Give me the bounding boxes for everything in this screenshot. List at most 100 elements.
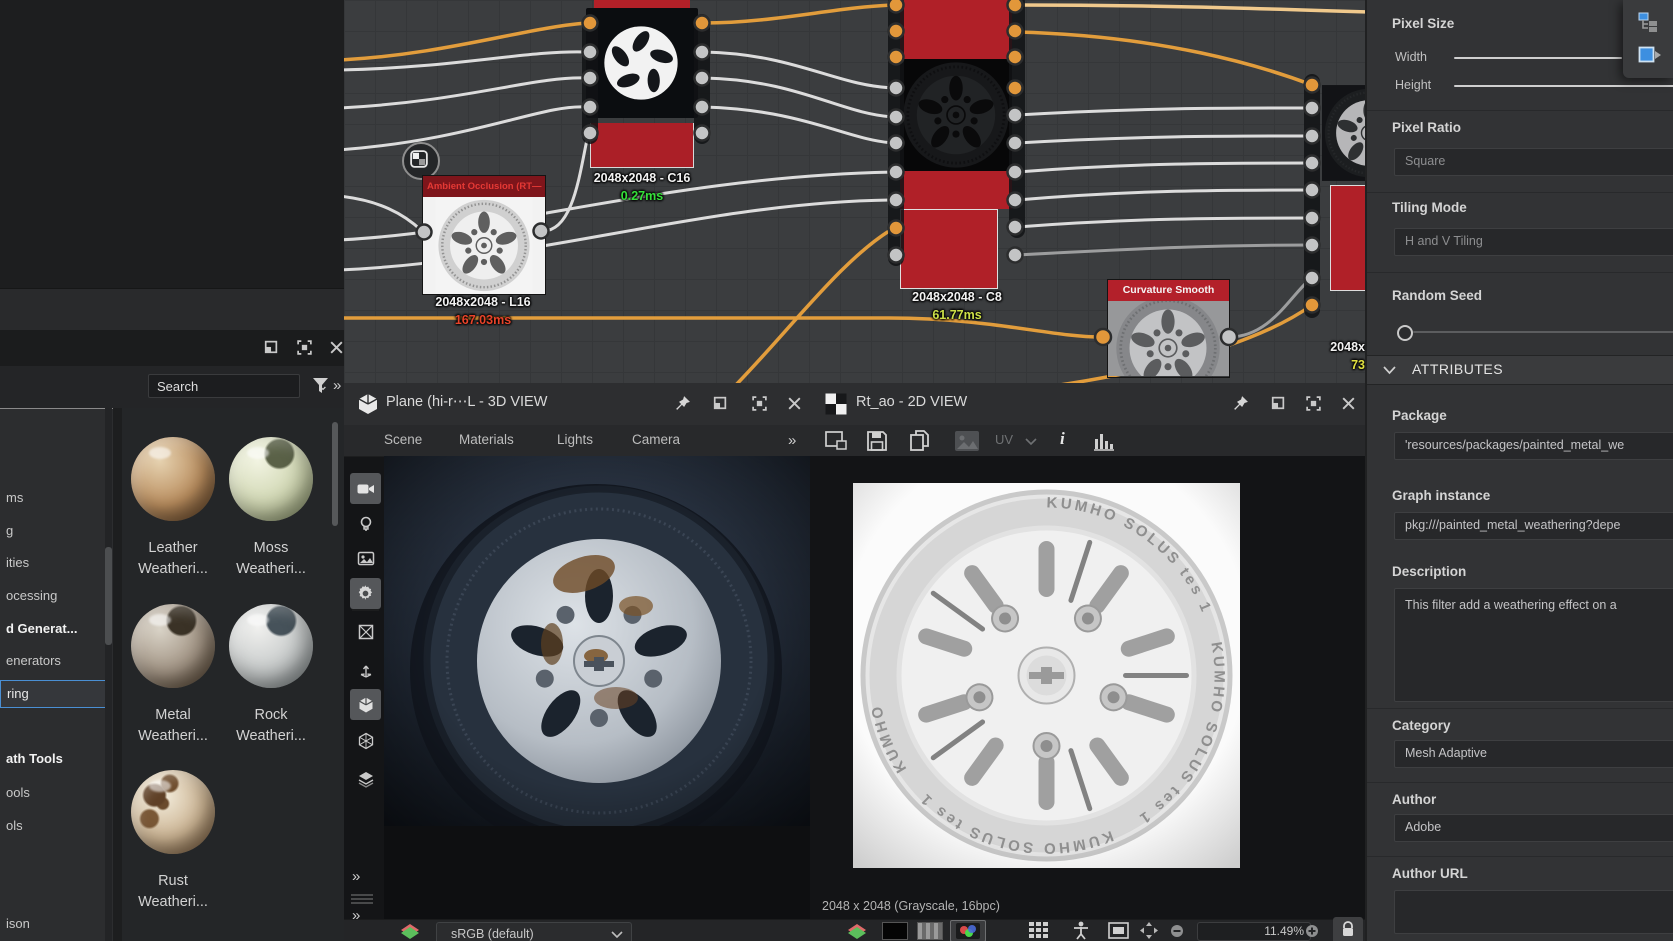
fit-view-icon[interactable]: [1108, 922, 1129, 939]
render-settings-button[interactable]: [350, 578, 381, 609]
channels-select[interactable]: [950, 920, 986, 941]
view-2d-header[interactable]: Rt_ao - 2D VIEW: [810, 383, 1365, 426]
pixel-ratio-icon[interactable]: [1139, 921, 1159, 940]
menu-scene[interactable]: Scene: [384, 432, 422, 447]
category-item[interactable]: ocessing: [0, 583, 110, 609]
category-item[interactable]: ms: [0, 485, 110, 511]
node-shape-top[interactable]: [594, 0, 690, 8]
material-thumb-rust[interactable]: [131, 770, 215, 854]
node-shape[interactable]: [586, 8, 698, 118]
hierarchy-link-icon[interactable]: [1638, 12, 1660, 32]
width-slider[interactable]: [1454, 57, 1622, 59]
category-item[interactable]: ools: [0, 780, 110, 806]
height-slider[interactable]: [1454, 85, 1673, 87]
wireframe-view-button[interactable]: [350, 725, 381, 756]
maximize-icon[interactable]: [296, 339, 313, 356]
viewport-3d[interactable]: [384, 456, 810, 941]
node-blend-thumbnail[interactable]: [900, 59, 1012, 171]
transform-gizmo-button[interactable]: [350, 655, 381, 686]
material-thumb-moss[interactable]: [229, 437, 313, 521]
menu-camera[interactable]: Camera: [632, 432, 680, 447]
author-url-field[interactable]: [1394, 890, 1673, 934]
colorspace-icon[interactable]: [844, 923, 870, 939]
background-gradient-swatch[interactable]: [917, 922, 943, 940]
close-icon[interactable]: [328, 339, 345, 356]
panel-splitter[interactable]: [113, 408, 122, 941]
zoom-out-icon[interactable]: [1170, 924, 1184, 938]
histogram-icon[interactable]: [1093, 431, 1115, 451]
link-output-icon[interactable]: [1638, 46, 1662, 64]
node-ambient-occlusion[interactable]: Ambient Occlusion (RT—: [422, 175, 546, 295]
search-input[interactable]: [148, 374, 300, 398]
close-icon[interactable]: [1340, 395, 1357, 412]
node-graph-view[interactable]: 2048x2048 - C16 0.27ms Ambient Occlusion…: [344, 0, 1365, 383]
node-blend-top[interactable]: [900, 0, 1012, 59]
menu-lights[interactable]: Lights: [557, 432, 593, 447]
node-blend-mid[interactable]: [900, 171, 1012, 209]
category-item[interactable]: ison: [0, 911, 110, 937]
description-field[interactable]: This filter add a weathering effect on a: [1394, 588, 1673, 702]
drag-handle-icon[interactable]: [350, 893, 374, 905]
background-black-swatch[interactable]: [882, 922, 908, 940]
library-more-icon[interactable]: »: [333, 377, 339, 394]
zoom-lock-button[interactable]: [1333, 917, 1363, 941]
save-icon[interactable]: [865, 429, 889, 453]
chevron-down-icon[interactable]: [1025, 438, 1037, 446]
environment-image-button[interactable]: [350, 543, 381, 574]
uv-display-button[interactable]: [350, 616, 381, 647]
node-shape-output[interactable]: [590, 123, 694, 168]
node-edge-output[interactable]: [1330, 185, 1365, 291]
random-seed-knob[interactable]: [1397, 325, 1413, 341]
new-view-icon[interactable]: [824, 430, 849, 452]
colorspace-select[interactable]: sRGB (default): [436, 922, 632, 941]
zoom-in-icon[interactable]: [1305, 924, 1319, 938]
pin-icon[interactable]: [674, 395, 691, 412]
mannequin-icon[interactable]: [1072, 921, 1090, 940]
layers-button[interactable]: [350, 763, 381, 794]
filter-icon[interactable]: [310, 374, 334, 398]
close-icon[interactable]: [786, 395, 803, 412]
materials-scrollbar-thumb[interactable]: [332, 422, 338, 526]
background-image-icon[interactable]: [954, 430, 980, 452]
canvas-2d[interactable]: KUMHO SOLUS tes 1 KUMHO SOLUS tes 1 KUMH…: [810, 456, 1365, 920]
float-window-icon[interactable]: [1269, 395, 1286, 412]
attributes-section-header[interactable]: ATTRIBUTES: [1367, 355, 1673, 385]
material-thumb-rock[interactable]: [229, 604, 313, 688]
category-item[interactable]: enerators: [0, 648, 110, 674]
node-blend-output[interactable]: [900, 209, 998, 289]
solid-view-button[interactable]: [350, 689, 381, 720]
category-item[interactable]: g: [0, 518, 110, 544]
pixel-ratio-select[interactable]: Square: [1394, 148, 1673, 176]
camera-display-button[interactable]: [350, 473, 381, 504]
menu-more-icon[interactable]: »: [788, 432, 794, 449]
menu-materials[interactable]: Materials: [459, 432, 514, 447]
category-scrollbar[interactable]: [105, 408, 112, 941]
material-thumb-leather[interactable]: [131, 437, 215, 521]
info-icon[interactable]: i: [1060, 429, 1065, 449]
pin-icon[interactable]: [1232, 395, 1249, 412]
toolbar-overflow-icon[interactable]: »: [352, 868, 358, 885]
category-item[interactable]: ols: [0, 813, 110, 839]
category-item[interactable]: ath Tools: [0, 746, 110, 772]
float-window-icon[interactable]: [711, 395, 728, 412]
graph-instance-field[interactable]: pkg:///painted_metal_weathering?depe: [1394, 512, 1673, 540]
zoom-level-field[interactable]: 11.49%: [1197, 922, 1311, 941]
category-item[interactable]: ities: [0, 550, 110, 576]
category-item-selected[interactable]: ring: [0, 680, 112, 708]
node-edge-thumbnail[interactable]: [1322, 85, 1365, 181]
node-curvature-smooth[interactable]: Curvature Smooth: [1107, 279, 1230, 378]
light-button[interactable]: [350, 508, 381, 539]
category-field[interactable]: Mesh Adaptive: [1394, 740, 1673, 768]
material-thumb-metal[interactable]: [131, 604, 215, 688]
random-seed-slider[interactable]: [1413, 331, 1673, 333]
uv-overlay-button[interactable]: UV: [995, 432, 1013, 447]
maximize-icon[interactable]: [1305, 395, 1322, 412]
package-field[interactable]: 'resources/packages/painted_metal_we: [1394, 432, 1673, 460]
tiling-grid-icon[interactable]: [1029, 922, 1049, 939]
float-window-icon[interactable]: [262, 339, 279, 356]
copy-icon[interactable]: [908, 429, 932, 453]
category-scrollbar-thumb[interactable]: [105, 547, 112, 645]
view-3d-header[interactable]: Plane (hi-r⋯L - 3D VIEW: [344, 383, 810, 426]
tiling-mode-select[interactable]: H and V Tiling: [1394, 228, 1673, 256]
author-field[interactable]: Adobe: [1394, 814, 1673, 842]
